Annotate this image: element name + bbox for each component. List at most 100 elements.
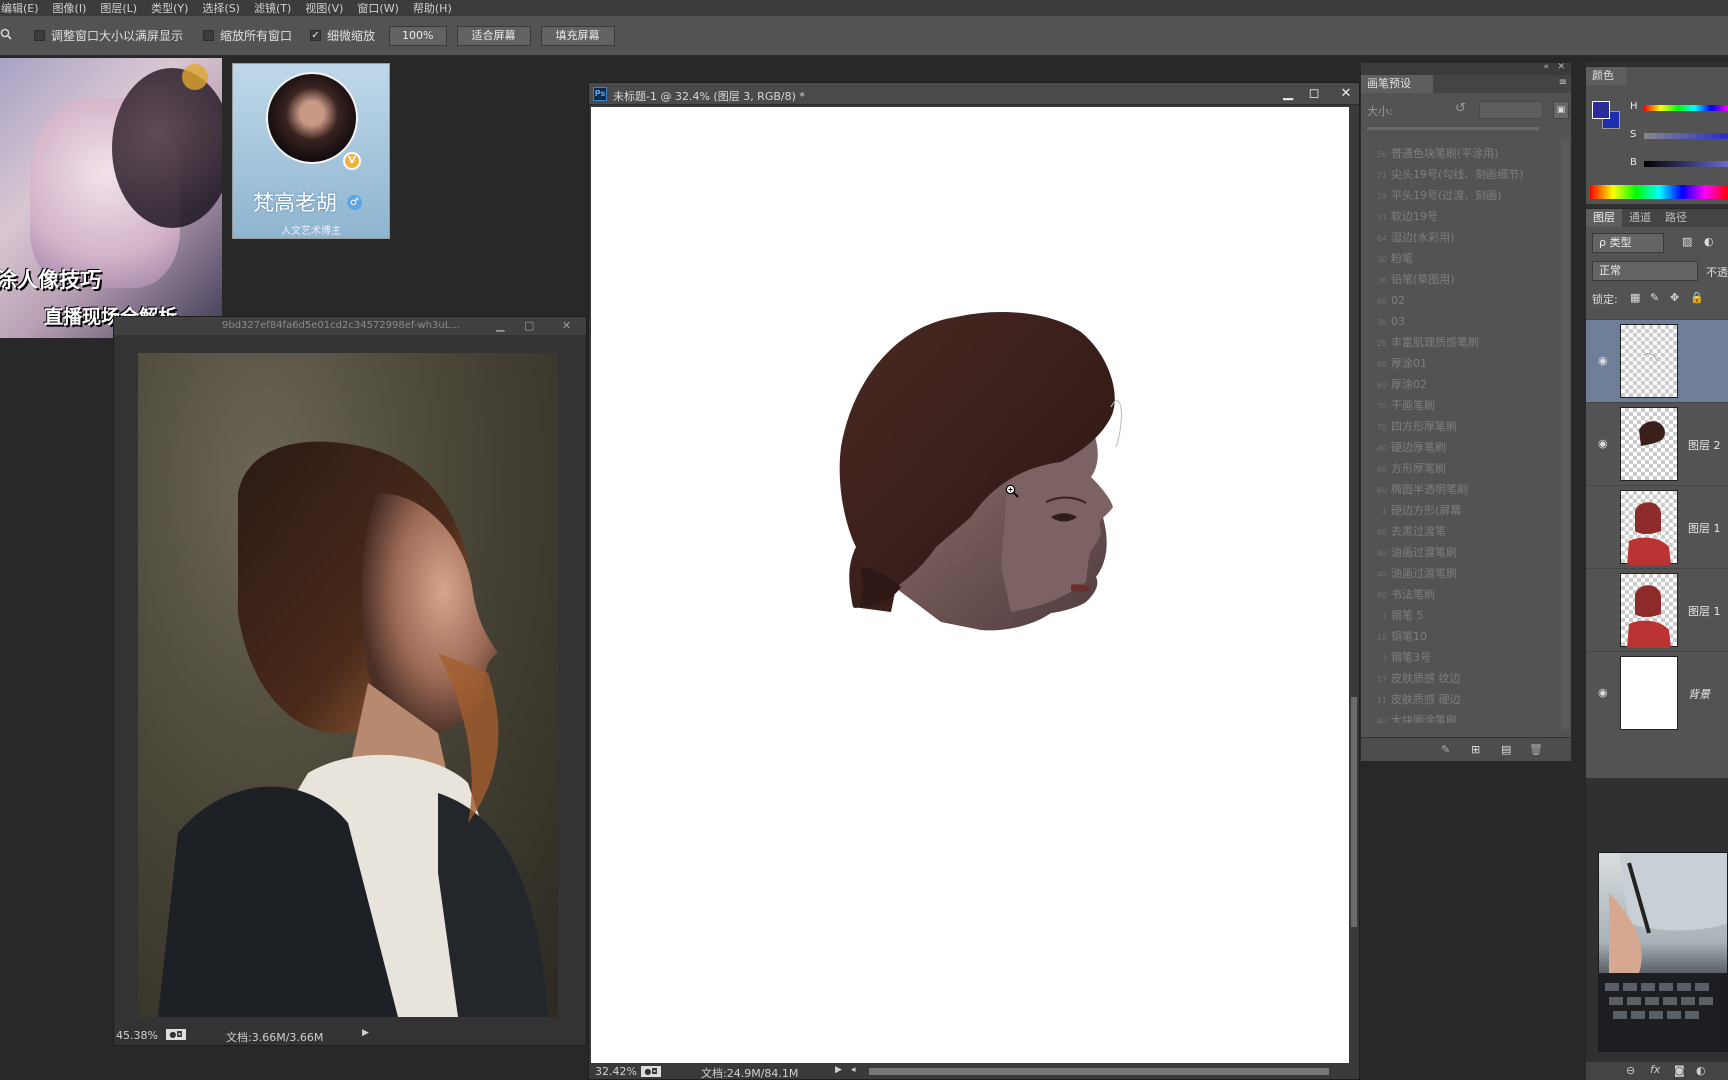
- layer-name[interactable]: 图层 2: [1688, 437, 1721, 453]
- document-zoom-level[interactable]: 32.42%: [595, 1065, 637, 1078]
- new-brush-icon[interactable]: ▤: [1501, 743, 1511, 756]
- link-layers-icon[interactable]: ⊖: [1626, 1064, 1635, 1077]
- layer-name[interactable]: 图层 1: [1688, 603, 1721, 619]
- brush-preset-item[interactable]: 80 书法笔刷: [1365, 584, 1565, 605]
- fx-icon[interactable]: fx: [1650, 1063, 1660, 1076]
- close-icon[interactable]: ✕: [562, 319, 571, 332]
- tab-paths[interactable]: 路径: [1658, 209, 1694, 227]
- brush-preset-item[interactable]: 17 皮肤质感 纹边: [1365, 668, 1565, 689]
- brush-preset-item[interactable]: 60 厚涂02: [1365, 374, 1565, 395]
- reference-image-window[interactable]: 9bd327ef84fa6d5e01cd2c34572998ef-wh3uL..…: [113, 316, 587, 1046]
- eye-icon[interactable]: ◉: [1598, 437, 1610, 450]
- maximize-icon[interactable]: ◻: [1301, 84, 1327, 104]
- brush-preset-item[interactable]: 30 粉笔: [1365, 248, 1565, 269]
- panel-menu-icon[interactable]: ≡: [1559, 77, 1567, 88]
- saturation-slider[interactable]: [1644, 133, 1728, 139]
- menu-help[interactable]: 帮助(H): [406, 0, 459, 16]
- blend-mode-select[interactable]: 正常: [1592, 261, 1698, 281]
- brush-preset-item[interactable]: 40 油画过渡笔刷: [1365, 563, 1565, 584]
- brush-preset-item[interactable]: 64 湿边(水彩用): [1365, 227, 1565, 248]
- document-window[interactable]: Ps 未标题-1 @ 32.4% (图层 3, RGB/8) * ▁ ◻ ✕ 3…: [588, 82, 1360, 1080]
- layer-thumbnail[interactable]: [1620, 407, 1678, 481]
- zoom-tool-icon[interactable]: [0, 28, 14, 44]
- layer-name[interactable]: 图层 1: [1688, 520, 1721, 536]
- brush-preset-item[interactable]: 11 皮肤质感 硬边: [1365, 689, 1565, 710]
- menu-image[interactable]: 图像(I): [46, 0, 94, 16]
- close-icon[interactable]: ✕: [1333, 84, 1359, 104]
- zoom-100-button[interactable]: 100%: [389, 25, 447, 46]
- reference-window-titlebar[interactable]: 9bd327ef84fa6d5e01cd2c34572998ef-wh3uL..…: [114, 317, 586, 335]
- brush-preset-item[interactable]: 70 四方形厚笔刷: [1365, 416, 1565, 437]
- layer-row[interactable]: ◉ 图层 2: [1586, 402, 1728, 485]
- brush-size-field[interactable]: [1479, 101, 1543, 119]
- tab-color[interactable]: 颜色: [1586, 67, 1626, 85]
- layer-thumbnail[interactable]: [1620, 573, 1678, 648]
- menu-edit[interactable]: 编辑(E): [0, 0, 46, 16]
- lock-all-icon[interactable]: 🔒: [1690, 291, 1704, 304]
- image-filter-icon[interactable]: ▨: [1682, 235, 1692, 248]
- brush-preset-item[interactable]: 25 丰富肌理质感笔刷: [1365, 332, 1565, 353]
- brush-preset-item[interactable]: 40 大块面涂笔刷: [1365, 710, 1565, 723]
- zoom-all-windows-checkbox[interactable]: 缩放所有窗口: [203, 27, 292, 44]
- brush-preset-item[interactable]: 60 方形厚笔刷: [1365, 458, 1565, 479]
- hue-slider[interactable]: [1644, 105, 1728, 111]
- brush-preset-item[interactable]: 60 椭圆半透明笔刷: [1365, 479, 1565, 500]
- layer-row[interactable]: ◉ 背景: [1586, 651, 1728, 734]
- layer-name[interactable]: 背景: [1688, 686, 1710, 702]
- brush-preset-item[interactable]: 21 尖头19号(勾线、刻画细节): [1365, 164, 1565, 185]
- status-info-icon[interactable]: ●◘: [166, 1029, 186, 1040]
- layer-mask-icon[interactable]: ◙: [1674, 1064, 1685, 1077]
- menu-type[interactable]: 类型(Y): [144, 0, 195, 16]
- minimize-icon[interactable]: ▁: [1275, 84, 1301, 104]
- tab-channels[interactable]: 通道: [1622, 209, 1658, 227]
- resize-windows-checkbox[interactable]: 调整窗口大小以满屏显示: [34, 27, 183, 44]
- vertical-scrollbar[interactable]: [1349, 107, 1359, 1065]
- brush-preset-item[interactable]: 3 钢笔3号: [1365, 647, 1565, 668]
- brush-preset-item[interactable]: 60 去黑过渡笔: [1365, 521, 1565, 542]
- menu-select[interactable]: 选择(S): [195, 0, 247, 16]
- scrollbar-thumb[interactable]: [1351, 697, 1357, 927]
- brush-preset-item[interactable]: 1 钢笔 5: [1365, 605, 1565, 626]
- lock-position-icon[interactable]: ✥: [1670, 291, 1679, 304]
- brush-preset-item[interactable]: 29 平头19号(过渡、刻画): [1365, 185, 1565, 206]
- maximize-icon[interactable]: ▢: [524, 319, 534, 332]
- tab-brush-presets[interactable]: 画笔预设: [1361, 75, 1433, 93]
- brush-preset-item[interactable]: 40 油画过渡笔刷: [1365, 542, 1565, 563]
- brush-preset-item[interactable]: 10 钢笔10: [1365, 626, 1565, 647]
- layer-filter-select[interactable]: ρ 类型: [1592, 233, 1664, 253]
- foreground-color-swatch[interactable]: [1592, 101, 1610, 119]
- new-preset-icon[interactable]: ▣: [1553, 101, 1569, 119]
- brush-grid-icon[interactable]: ⊞: [1471, 743, 1480, 756]
- trash-icon[interactable]: 🗑: [1529, 743, 1543, 756]
- brush-preset-item[interactable]: 31 软边19号: [1365, 206, 1565, 227]
- menu-layer[interactable]: 图层(L): [93, 0, 144, 16]
- play-arrow-icon[interactable]: ▶: [362, 1028, 369, 1038]
- lock-transparency-icon[interactable]: ▦: [1630, 291, 1640, 304]
- brush-preset-item[interactable]: 1 硬边方形(屏幕: [1365, 500, 1565, 521]
- brush-preset-item[interactable]: 36 铅笔(草图用): [1365, 269, 1565, 290]
- brush-preset-item[interactable]: 90 02: [1365, 290, 1565, 311]
- brush-preset-item[interactable]: 56 普通色块笔刷(平涂用): [1365, 143, 1565, 164]
- scroll-left-icon[interactable]: ◂: [851, 1065, 856, 1075]
- collapse-icon[interactable]: «: [1543, 62, 1549, 72]
- color-spectrum-bar[interactable]: [1590, 185, 1728, 199]
- menu-window[interactable]: 窗口(W): [350, 0, 405, 16]
- fit-screen-button[interactable]: 适合屏幕: [456, 25, 531, 46]
- adjustment-filter-icon[interactable]: ◐: [1704, 235, 1714, 248]
- horizontal-scrollbar-thumb[interactable]: [869, 1068, 1329, 1075]
- menu-view[interactable]: 视图(V): [298, 0, 350, 16]
- minimize-icon[interactable]: ▁: [496, 319, 504, 332]
- status-info-icon[interactable]: ●◘: [641, 1066, 661, 1077]
- layer-row[interactable]: 图层 1: [1586, 485, 1728, 568]
- brush-preset-item[interactable]: 60 厚涂01: [1365, 353, 1565, 374]
- fill-screen-button[interactable]: 填充屏幕: [540, 25, 615, 46]
- brush-list-scrollbar[interactable]: [1561, 139, 1569, 729]
- painting-canvas[interactable]: [591, 107, 1358, 1065]
- lock-pixels-icon[interactable]: ✎: [1650, 291, 1659, 304]
- document-titlebar[interactable]: Ps 未标题-1 @ 32.4% (图层 3, RGB/8) * ▁ ◻ ✕: [589, 83, 1359, 105]
- adjustment-layer-icon[interactable]: ◐: [1696, 1064, 1706, 1077]
- close-icon[interactable]: ✕: [1557, 62, 1565, 72]
- menu-filter[interactable]: 滤镜(T): [247, 0, 298, 16]
- layer-thumbnail[interactable]: [1620, 324, 1678, 398]
- layer-thumbnail[interactable]: [1620, 656, 1678, 730]
